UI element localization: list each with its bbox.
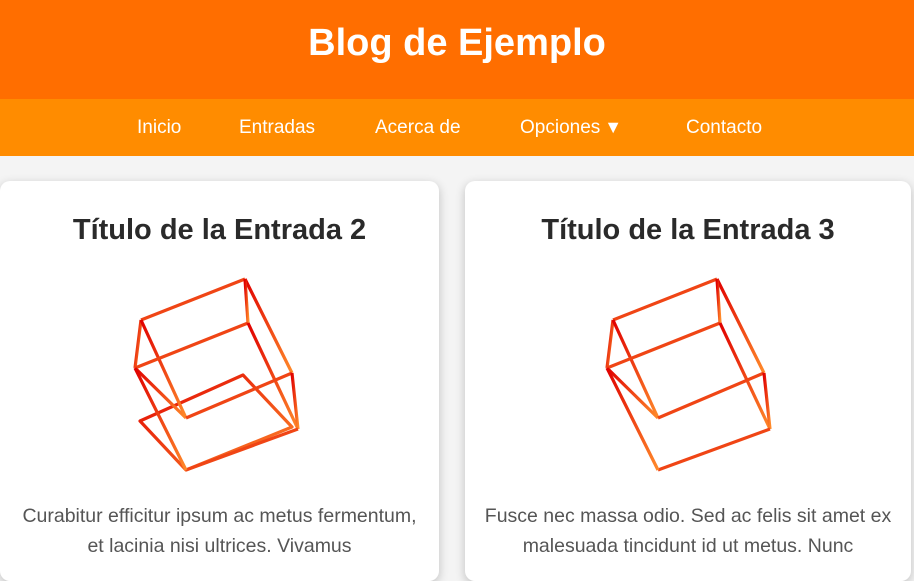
post-title: Título de la Entrada 3 (541, 214, 835, 246)
nav-item-entradas[interactable]: Entradas (239, 99, 315, 156)
site-header: Blog de Ejemplo (0, 0, 914, 99)
nav-item-contacto[interactable]: Contacto (686, 99, 762, 156)
post-title: Título de la Entrada 2 (72, 214, 367, 246)
site-title: Blog de Ejemplo (308, 21, 606, 64)
caret-down-icon: ▼ (604, 117, 623, 137)
post-excerpt: Fusce nec massa odio. Sed ac felis sit a… (484, 505, 892, 557)
post-card: Título de la Entrada 3 Fusce nec massa o… (465, 181, 911, 581)
nav-item-opciones-label: Opciones (520, 117, 601, 138)
nav-item-acerca-de[interactable]: Acerca de (375, 99, 461, 156)
nav-item-opciones-dropdown[interactable]: Opciones ▼ (520, 99, 622, 156)
post-excerpt: Curabitur efficitur ipsum ac metus ferme… (22, 505, 417, 557)
nav-item-inicio[interactable]: Inicio (137, 99, 181, 156)
cube-wireframe-icon (125, 276, 305, 476)
post-card: Título de la Entrada 2 Curabitur efficit… (0, 181, 439, 581)
main-nav: Inicio Entradas Acerca de Opciones ▼ Cont… (0, 99, 914, 156)
cube-wireframe-icon (597, 276, 777, 476)
